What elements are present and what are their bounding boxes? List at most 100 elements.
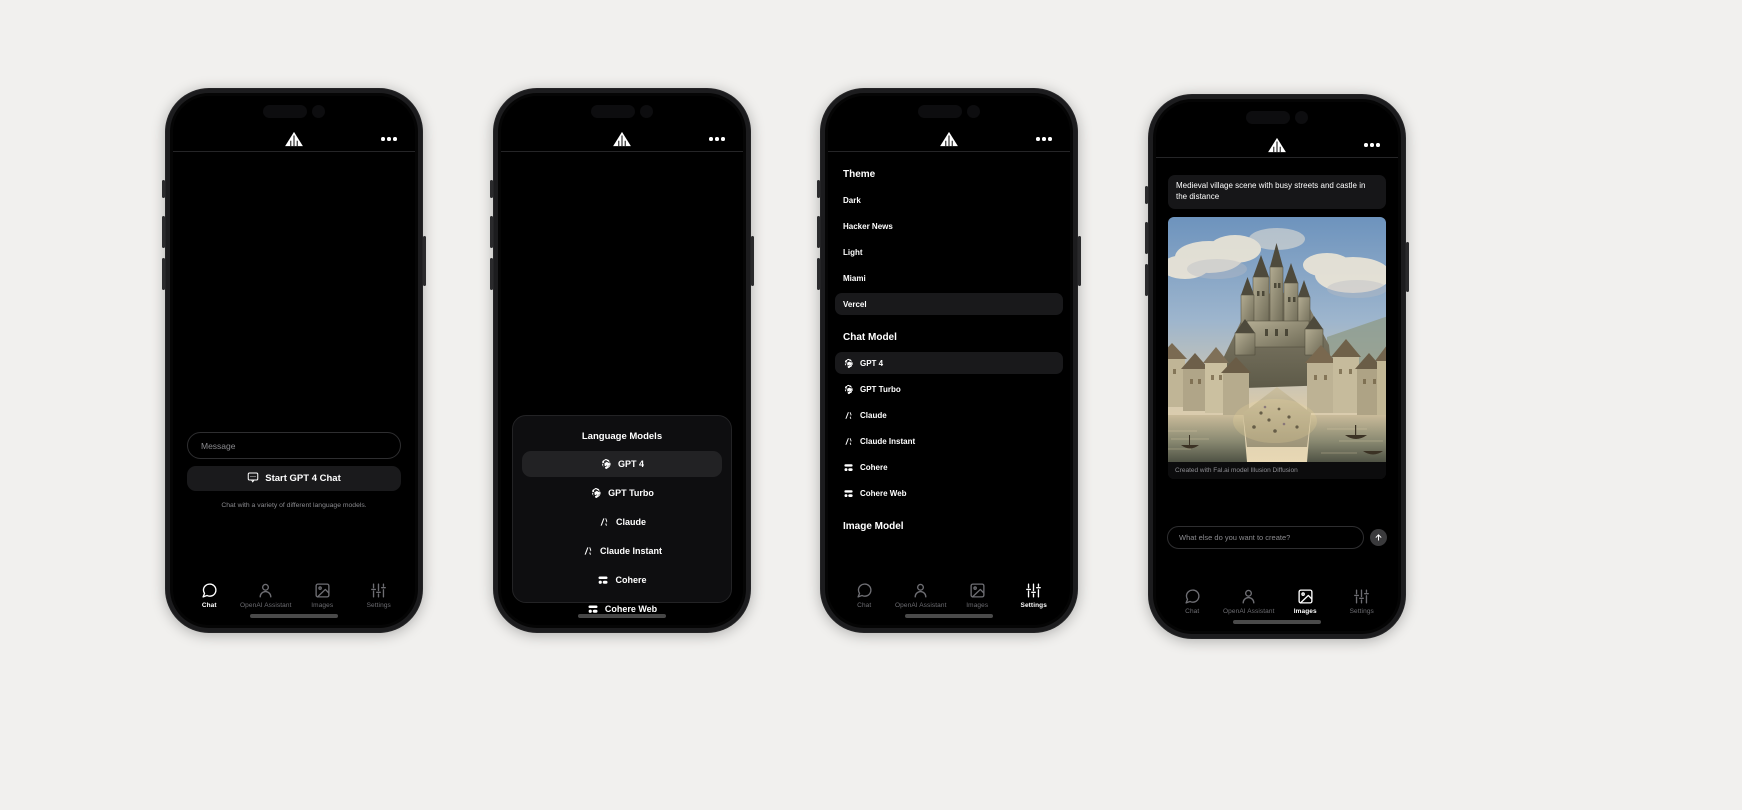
tab-images-label: Images (966, 602, 989, 609)
volume-down-button[interactable] (490, 258, 493, 290)
chat-model-option-cohere[interactable]: Cohere (835, 456, 1063, 478)
home-indicator (1233, 620, 1321, 624)
volume-down-button[interactable] (817, 258, 820, 290)
image-prompt-bar: What else do you want to create? (1167, 526, 1387, 549)
more-horizontal-icon[interactable] (1032, 133, 1056, 145)
power-button[interactable] (1078, 236, 1081, 286)
image-icon (1297, 588, 1314, 605)
phone-4-screen: Medieval village scene with busy streets… (1156, 102, 1398, 631)
model-option-cohere[interactable]: Cohere (522, 567, 722, 593)
theme-option-vercel[interactable]: Vercel (835, 293, 1063, 315)
model-option-claude-instant[interactable]: Claude Instant (522, 538, 722, 564)
navbar (828, 96, 1070, 152)
image-prompt-input[interactable]: What else do you want to create? (1167, 526, 1364, 549)
power-button[interactable] (423, 236, 426, 286)
vercel-triangle-logo-icon (939, 131, 959, 147)
volume-down-button[interactable] (162, 258, 165, 290)
tab-chat[interactable]: Chat (1164, 588, 1221, 615)
tab-bar: Chat OpenAI Assistant Images Settings (173, 582, 415, 609)
tab-bar: Chat OpenAI Assistant Images Settings (828, 582, 1070, 609)
theme-option-light[interactable]: Light (835, 241, 1063, 263)
navbar (501, 96, 743, 152)
tab-settings[interactable]: Settings (351, 582, 408, 609)
vercel-triangle-logo-icon (1267, 137, 1287, 153)
anthropic-icon (843, 410, 854, 421)
image-icon (969, 582, 986, 599)
chat-model-option-claude-instant[interactable]: Claude Instant (835, 430, 1063, 452)
model-option-cohere-web[interactable]: Cohere Web (522, 596, 722, 622)
person-icon (912, 582, 929, 599)
model-option-gpt-turbo[interactable]: GPT Turbo (522, 480, 722, 506)
theme-option-hacker-news[interactable]: Hacker News (835, 215, 1063, 237)
cohere-icon (587, 603, 599, 615)
chat-model-section-heading: Chat Model (843, 332, 897, 343)
tab-settings[interactable]: Settings (1006, 582, 1063, 609)
tab-images[interactable]: Images (1277, 588, 1334, 615)
volume-up-button[interactable] (162, 216, 165, 248)
phone-bezel: Message Start GPT 4 Chat Chat with a var… (170, 93, 418, 628)
openai-icon (843, 358, 854, 369)
mute-switch[interactable] (817, 180, 820, 198)
model-option-claude[interactable]: Claude (522, 509, 722, 535)
openai-icon (600, 458, 612, 470)
chat-model-option-claude[interactable]: Claude (835, 404, 1063, 426)
more-horizontal-icon[interactable] (377, 133, 401, 145)
tab-images[interactable]: Images (949, 582, 1006, 609)
start-chat-button[interactable]: Start GPT 4 Chat (187, 466, 401, 491)
power-button[interactable] (1406, 242, 1409, 292)
tab-bar: Chat OpenAI Assistant Images Settings (1156, 588, 1398, 615)
settings-list[interactable]: Theme Dark Hacker News Light Miami Verce… (828, 153, 1070, 625)
tab-settings[interactable]: Settings (1334, 588, 1391, 615)
tab-openai-assistant[interactable]: OpenAI Assistant (1221, 588, 1278, 615)
mute-switch[interactable] (1145, 186, 1148, 204)
phone-4-images: Medieval village scene with busy streets… (1145, 94, 1409, 639)
cohere-icon (843, 488, 854, 499)
message-input[interactable]: Message (187, 432, 401, 459)
chat-model-option-label: GPT Turbo (860, 384, 901, 394)
mute-switch[interactable] (162, 180, 165, 198)
tab-openai-assistant-label: OpenAI Assistant (240, 602, 292, 609)
model-option-label: Cohere (615, 575, 647, 585)
more-horizontal-icon[interactable] (705, 133, 729, 145)
tab-images[interactable]: Images (294, 582, 351, 609)
anthropic-icon (843, 436, 854, 447)
chat-model-option-cohere-web[interactable]: Cohere Web (835, 482, 1063, 504)
theme-option-dark[interactable]: Dark (835, 189, 1063, 211)
tab-openai-assistant-label: OpenAI Assistant (895, 602, 947, 609)
tab-openai-assistant[interactable]: OpenAI Assistant (893, 582, 950, 609)
more-horizontal-icon[interactable] (1360, 139, 1384, 151)
power-button[interactable] (751, 236, 754, 286)
generated-image-card[interactable]: Created with Fal.ai model Illusion Diffu… (1168, 217, 1386, 479)
chat-model-option-gpt-4[interactable]: GPT 4 (835, 352, 1063, 374)
mute-switch[interactable] (490, 180, 493, 198)
send-button[interactable] (1370, 529, 1387, 546)
phone-3-body: Theme Dark Hacker News Light Miami Verce… (828, 153, 1070, 625)
chat-model-option-gpt-turbo[interactable]: GPT Turbo (835, 378, 1063, 400)
chat-model-option-label: Cohere (860, 462, 888, 472)
chat-bubble-icon (856, 582, 873, 599)
vercel-triangle-logo-icon (284, 131, 304, 147)
phone-1-screen: Message Start GPT 4 Chat Chat with a var… (173, 96, 415, 625)
cohere-icon (597, 574, 609, 586)
tab-chat[interactable]: Chat (836, 582, 893, 609)
tab-chat[interactable]: Chat (181, 582, 238, 609)
model-option-label: GPT 4 (617, 459, 644, 469)
model-option-gpt-4[interactable]: GPT 4 (522, 451, 722, 477)
sliders-icon (1353, 588, 1370, 605)
chat-model-option-label: Claude Instant (860, 436, 916, 446)
theme-option-miami[interactable]: Miami (835, 267, 1063, 289)
tab-openai-assistant[interactable]: OpenAI Assistant (238, 582, 295, 609)
tab-settings-label: Settings (1020, 602, 1047, 609)
phone-2-model-picker: Explain the 3 body problem in 30 words o… (490, 88, 754, 633)
model-option-label: Claude Instant (599, 546, 662, 556)
volume-up-button[interactable] (490, 216, 493, 248)
arrow-up-icon (1374, 529, 1383, 547)
chat-model-option-label: GPT 4 (860, 358, 884, 368)
volume-down-button[interactable] (1145, 264, 1148, 296)
home-indicator (250, 614, 338, 618)
navbar (1156, 102, 1398, 158)
volume-up-button[interactable] (1145, 222, 1148, 254)
phone-4-body: Medieval village scene with busy streets… (1156, 159, 1398, 631)
tab-chat-label: Chat (857, 602, 872, 609)
volume-up-button[interactable] (817, 216, 820, 248)
